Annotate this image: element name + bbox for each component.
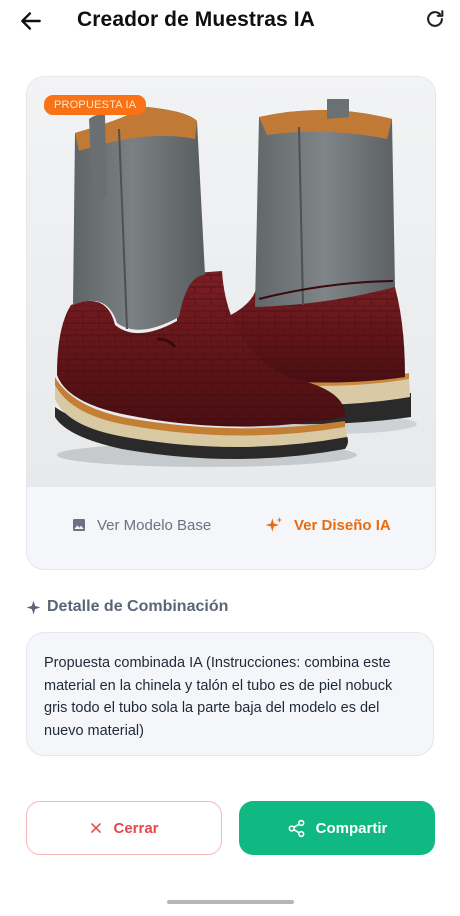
combination-detail-box: Propuesta combinada IA (Instrucciones: c… <box>26 632 434 756</box>
combination-detail-text: Propuesta combinada IA (Instrucciones: c… <box>44 655 393 739</box>
sparkle-icon <box>265 517 283 532</box>
sparkle-icon <box>26 600 41 614</box>
share-button[interactable]: Compartir <box>239 801 435 855</box>
close-label: Cerrar <box>113 819 159 837</box>
close-icon <box>91 823 102 833</box>
page-title: Creador de Muestras IA <box>77 8 315 31</box>
image-icon <box>73 519 85 531</box>
boot-image <box>27 77 435 487</box>
view-base-model-button[interactable]: Ver Modelo Base <box>71 513 211 537</box>
share-label: Compartir <box>315 819 388 837</box>
view-ai-label: Ver Diseño IA <box>294 516 391 534</box>
close-button[interactable]: Cerrar <box>26 801 222 855</box>
app-bar: Creador de Muestras IA <box>0 0 460 44</box>
back-button[interactable] <box>18 8 44 34</box>
detail-title-text: Detalle de Combinación <box>47 598 229 615</box>
detail-section-title: Detalle de Combinación <box>26 598 228 616</box>
preview-card: PROPUESTA IA Ver Modelo Base Ver Diseño … <box>26 76 436 570</box>
refresh-icon <box>427 10 444 27</box>
refresh-button[interactable] <box>424 8 448 32</box>
home-indicator[interactable] <box>167 900 294 904</box>
ai-proposal-badge: PROPUESTA IA <box>44 95 147 115</box>
view-base-label: Ver Modelo Base <box>97 516 212 534</box>
view-ai-design-button[interactable]: Ver Diseño IA <box>264 513 391 537</box>
share-icon <box>288 819 305 837</box>
arrow-left-icon <box>21 12 41 30</box>
